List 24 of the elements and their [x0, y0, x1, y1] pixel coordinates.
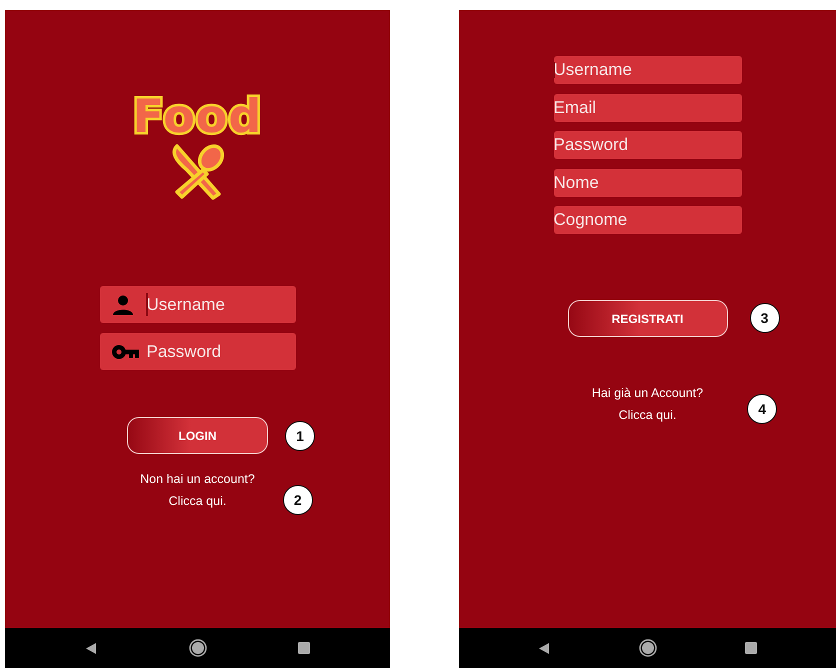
- logo-text: Food: [132, 90, 262, 142]
- link-text[interactable]: Clicca qui.: [618, 407, 676, 423]
- back-icon[interactable]: [538, 642, 550, 654]
- home-icon[interactable]: [188, 639, 206, 657]
- input-field[interactable]: Username: [554, 56, 742, 84]
- person-icon: [112, 294, 134, 314]
- input-field[interactable]: Password: [100, 333, 296, 370]
- input-field[interactable]: Password: [554, 131, 742, 159]
- link-text[interactable]: Hai già un Account?: [592, 385, 704, 401]
- input-field[interactable]: Nome: [554, 168, 742, 196]
- submit-button[interactable]: REGISTRATI: [568, 300, 728, 337]
- input-field[interactable]: Username: [100, 286, 296, 323]
- key-icon: [112, 344, 140, 358]
- link-text[interactable]: Clicca qui.: [168, 493, 226, 509]
- step-number: 4: [747, 394, 778, 424]
- home-icon[interactable]: [638, 639, 656, 657]
- input-field[interactable]: Cognome: [554, 206, 742, 234]
- back-icon[interactable]: [85, 642, 97, 654]
- step-number: 3: [750, 303, 780, 333]
- link-text[interactable]: Non hai un account?: [140, 471, 255, 487]
- submit-button[interactable]: LOGIN: [127, 417, 268, 454]
- step-number: 2: [282, 485, 313, 515]
- input-field[interactable]: Email: [554, 94, 742, 122]
- step-number: 1: [285, 421, 315, 451]
